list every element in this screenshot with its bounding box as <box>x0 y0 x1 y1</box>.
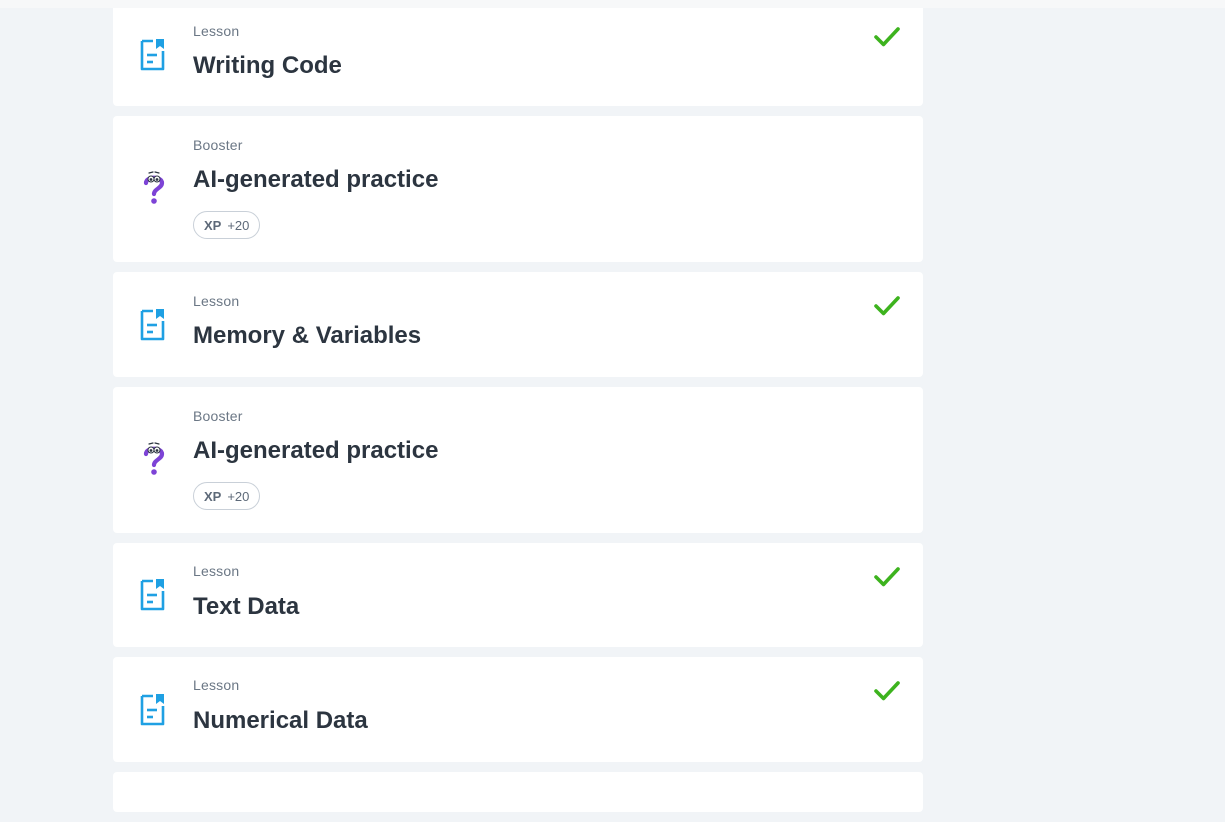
checkmark-icon <box>873 679 901 703</box>
item-title: AI-generated practice <box>193 166 439 193</box>
lesson-card-text-data[interactable]: Lesson Text Data <box>113 543 923 647</box>
booster-card-ai-practice[interactable]: Booster AI-generated practice XP +20 <box>113 387 923 533</box>
question-mark-face-icon <box>139 441 169 477</box>
lesson-document-icon <box>139 692 169 728</box>
lesson-list: Lesson Writing Code Booster AI-generated… <box>113 8 923 822</box>
xp-label: XP <box>204 488 222 504</box>
checkmark-icon <box>873 25 901 49</box>
question-mark-face-icon <box>139 170 169 206</box>
xp-value: +20 <box>227 488 250 504</box>
xp-label: XP <box>204 217 222 233</box>
lesson-card-numerical-data[interactable]: Lesson Numerical Data <box>113 657 923 762</box>
item-type-label: Booster <box>193 137 243 153</box>
checkmark-icon <box>873 565 901 589</box>
item-title: Numerical Data <box>193 707 368 734</box>
item-type-label: Lesson <box>193 23 240 39</box>
lesson-document-icon <box>139 307 169 343</box>
lesson-card-memory-variables[interactable]: Lesson Memory & Variables <box>113 272 923 377</box>
item-type-label: Lesson <box>193 677 240 693</box>
item-title: AI-generated practice <box>193 437 439 464</box>
xp-badge: XP +20 <box>193 211 261 239</box>
lesson-card-next[interactable] <box>113 772 923 812</box>
lesson-document-icon <box>139 37 169 73</box>
booster-card-ai-practice[interactable]: Booster AI-generated practice XP +20 <box>113 116 923 262</box>
item-type-label: Lesson <box>193 293 240 309</box>
xp-badge: XP +20 <box>193 482 261 510</box>
top-bar <box>0 0 1225 8</box>
checkmark-icon <box>873 294 901 318</box>
item-title: Writing Code <box>193 52 342 79</box>
item-type-label: Lesson <box>193 563 240 579</box>
lesson-document-icon <box>139 577 169 613</box>
item-type-label: Booster <box>193 408 243 424</box>
lesson-card-writing-code[interactable]: Lesson Writing Code <box>113 8 923 106</box>
item-title: Memory & Variables <box>193 322 422 349</box>
item-title: Text Data <box>193 593 300 620</box>
xp-value: +20 <box>227 217 250 233</box>
